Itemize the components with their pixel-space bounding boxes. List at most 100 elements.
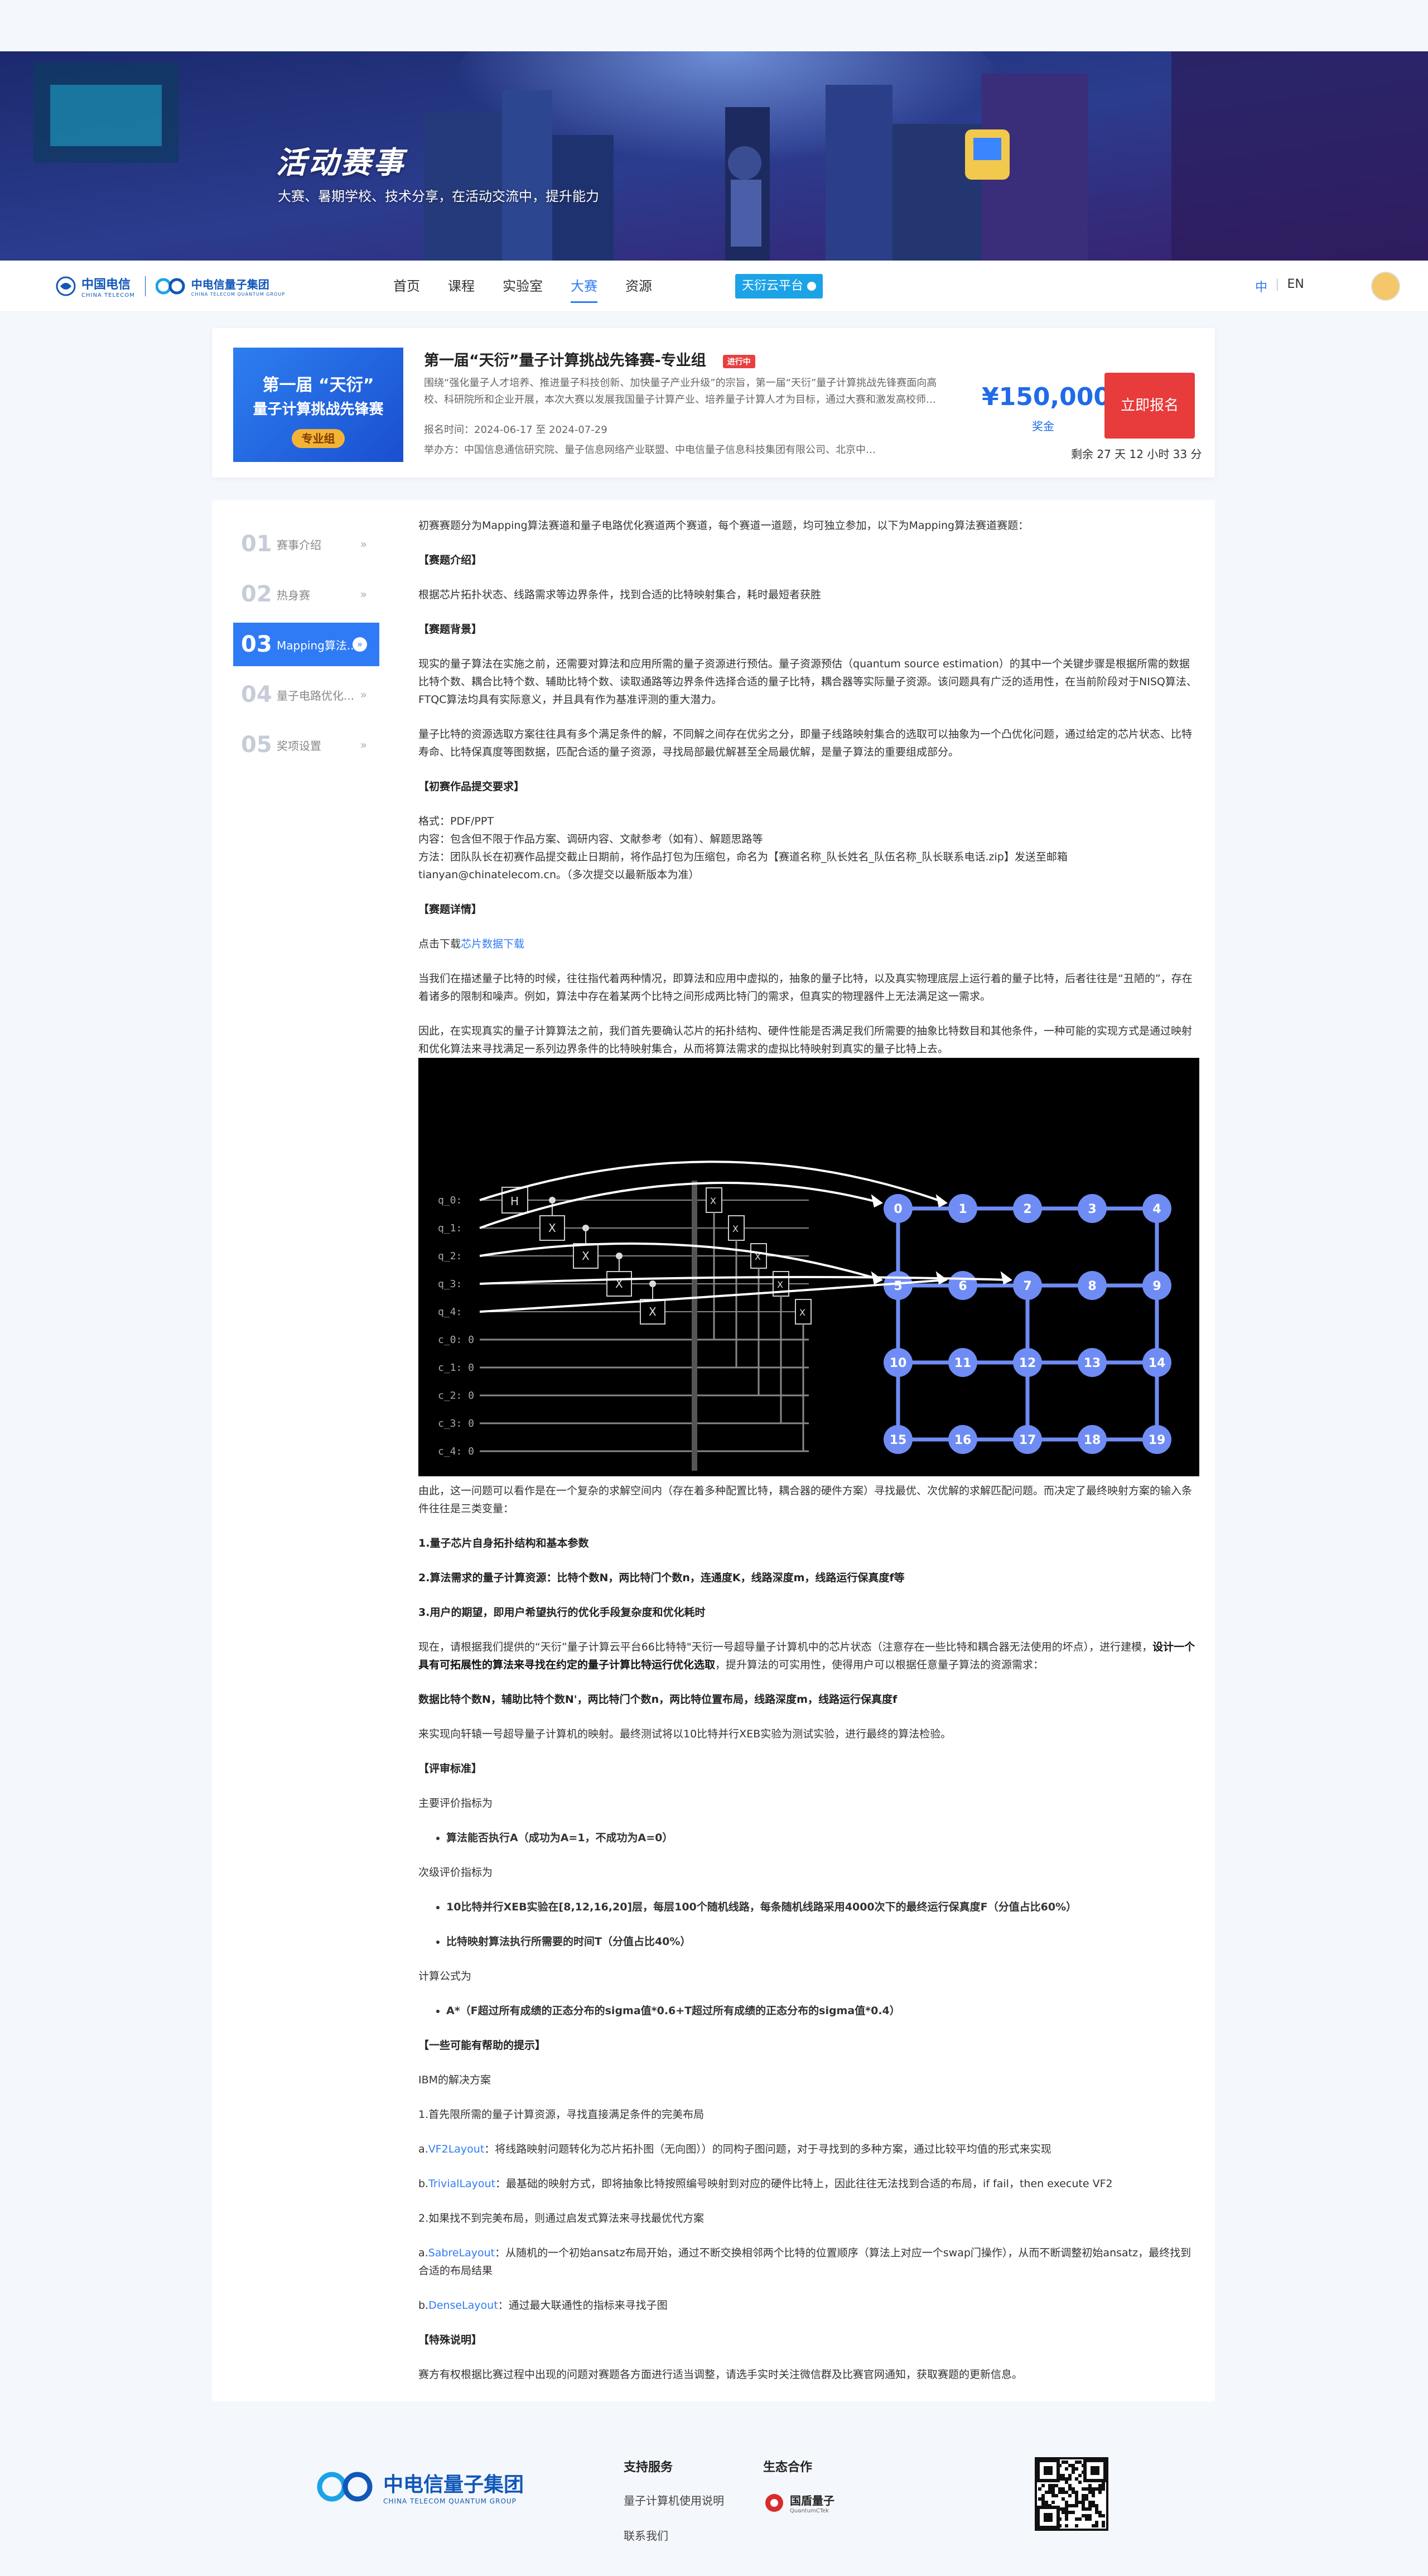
main-panel: 01 赛事介绍» 02 热身赛» 03 Mapping算法...» 04 量子电路优化.… [212, 500, 1215, 2401]
qubit-mapping-svg: q_0: q_1: q_2: q_3: q_4: c_0: 0 c_1: 0 c_2: 0 c_… [438, 1161, 1171, 1471]
arrow-head [935, 1271, 948, 1285]
qr-module [1092, 2487, 1095, 2491]
sabrelayout-link[interactable]: SabreLayout [428, 2247, 495, 2259]
gate-label: H [510, 1195, 519, 1208]
nav-item-contest[interactable]: 大赛 [557, 261, 611, 312]
qr-module [1072, 2471, 1075, 2474]
partner-name-sub: QuantumCTek [790, 2508, 829, 2514]
sidebar-item-mapping[interactable]: 03 Mapping算法...» [233, 623, 379, 666]
qubit-node-label: 16 [954, 1433, 972, 1447]
wire-label: q_3: [438, 1278, 462, 1290]
wire-label: c_3: 0 [438, 1418, 474, 1429]
cloud-platform-button[interactable]: 天衍云平台 [735, 274, 823, 298]
vf2layout-link[interactable]: VF2Layout [428, 2143, 485, 2155]
external-link-icon [807, 282, 817, 291]
user-avatar[interactable] [1371, 272, 1400, 301]
signup-button[interactable]: 立即报名 [1104, 373, 1195, 439]
paragraph: 1.首先限所需的量子计算资源，寻找直接满足条件的完美布局 [418, 2108, 705, 2121]
qr-module [1051, 2494, 1055, 2497]
sidebar-item-awards[interactable]: 05 奖项设置 » [233, 723, 379, 767]
qr-module [1048, 2491, 1051, 2494]
qr-module [1102, 2514, 1105, 2517]
qr-module [1065, 2467, 1068, 2471]
hint-item: a.VF2Layout：将线路映射问题转化为芯片拓扑图（无向图））的同构子图问题… [418, 2140, 1199, 2158]
sidebar-item-circuit-opt[interactable]: 04 量子电路优化... » [233, 673, 379, 716]
contest-description: 围绕“强化量子人才培养、推进量子科技创新、加快量子产业升级”的宗旨，第一届“天衍… [424, 377, 937, 406]
hint-item: b.TrivialLayout：最基础的映射方式，即将抽象比特按照编号映射到对应… [418, 2175, 1199, 2193]
qr-module [1065, 2514, 1068, 2517]
qubit-node-label: 18 [1084, 1433, 1101, 1447]
qr-module [1065, 2501, 1068, 2504]
partner-logo[interactable]: 国盾量子 QuantumCTek [763, 2492, 834, 2514]
p4-c: ，提升算法的可实用性，使得用户可以根据任意量子算法的资源需求： [715, 1659, 1044, 1671]
logo-group-text: 中电信量子集团 [191, 278, 269, 291]
denselayout-link[interactable]: DenseLayout [428, 2299, 498, 2312]
hint-text: ：通过最大联通性的指标来寻找子图 [498, 2299, 668, 2312]
qr-module [1102, 2487, 1105, 2491]
variable-1: 1.量子芯片自身拓扑结构和基本参数 [418, 1537, 589, 1549]
paragraph: 主要评价指标为 [418, 1797, 493, 1809]
nav-item-home[interactable]: 首页 [379, 261, 434, 312]
sidebar-item-warmup[interactable]: 02 热身赛 » [233, 572, 379, 616]
requirements-list: 数据比特个数N，辅助比特个数N'，两比特门个数n，两比特位置布局，线路深度m，线… [418, 1693, 898, 1706]
section-heading: 【赛题详情】 [418, 903, 483, 916]
thumb-line2: 量子计算挑战先锋赛 [253, 401, 384, 418]
footer-logo-subtext: CHINA TELECOM QUANTUM GROUP [383, 2497, 517, 2505]
qr-module [1065, 2461, 1068, 2464]
qr-module [1095, 2504, 1098, 2507]
sidebar-item-intro[interactable]: 01 赛事介绍 » [233, 522, 379, 566]
section-heading: 【初赛作品提交要求】 [418, 781, 525, 793]
qr-module [1098, 2487, 1102, 2491]
qr-module [1085, 2517, 1088, 2521]
paragraph: 当我们在描述量子比特的时候，往往指代着两种情况，即算法和应用中虚拟的，抽象的量子… [418, 972, 1193, 1003]
lang-zh[interactable]: 中 [1255, 277, 1267, 295]
qr-module [1068, 2474, 1072, 2477]
qubit-node-label: 15 [890, 1433, 907, 1447]
gate-label: X [777, 1279, 783, 1290]
qr-module [1082, 2514, 1085, 2517]
qr-module [1095, 2524, 1098, 2527]
logo-main-text: 中国电信 [81, 277, 131, 292]
paragraph: 根据芯片拓扑状态、线路需求等边界条件，找到合适的比特映射集合，耗时最短者获胜 [418, 589, 822, 601]
hero-subtitle: 大赛、暑期学校、技术分享，在活动交流中，提升能力 [278, 189, 599, 204]
contest-signup-date: 报名时间：2024-06-17 至 2024-07-29 [424, 424, 607, 436]
nav-item-lab[interactable]: 实验室 [489, 261, 557, 312]
qr-module [1062, 2507, 1065, 2511]
chip-data-download-link[interactable]: 芯片数据下载 [461, 938, 524, 950]
qr-module [1075, 2461, 1078, 2464]
submit-content: 内容：包含但不限于作品方案、调研内容、文献参考（如有）、解题思路等 [418, 833, 763, 845]
status-badge: 进行中 [722, 354, 755, 368]
nav-item-resources[interactable]: 资源 [611, 261, 666, 312]
qr-module [1082, 2487, 1085, 2491]
paragraph: 现实的量子算法在实施之前，还需要对算法和应用所需的量子资源进行预估。量子资源预估… [418, 658, 1197, 706]
qr-module [1068, 2484, 1072, 2487]
footer-link-manual[interactable]: 量子计算机使用说明 [624, 2492, 724, 2508]
arrow-head [871, 1194, 883, 1208]
paragraph: 量子比特的资源选取方案往往具有多个满足条件的解，不同解之间存在优劣之分，即量子线… [418, 728, 1193, 758]
logo-group-subtext: CHINA TELECOM QUANTUM GROUP [191, 292, 286, 297]
list-item: 比特映射算法执行所需要的时间T（分值占比40%） [446, 1933, 1199, 1951]
qubit-node-label: 7 [1023, 1279, 1031, 1293]
lang-en[interactable]: EN [1287, 277, 1304, 295]
qr-code-pattern [1036, 2459, 1107, 2529]
sidebar-item-label: Mapping算法... [277, 638, 358, 652]
hint-item: b.DenseLayout：通过最大联通性的指标来寻找子图 [418, 2296, 1199, 2314]
quantumctek-icon [765, 2494, 783, 2512]
gate-label: X [732, 1224, 739, 1234]
footer-ecosystem: 生态合作 国盾量子 QuantumCTek [763, 2457, 834, 2514]
qr-module [1092, 2501, 1095, 2504]
section-heading: 【评审标准】 [418, 1763, 483, 1775]
qubit-node-label: 11 [954, 1356, 972, 1370]
secondary-metrics: 10比特并行XEB实验在[8,12,16,20]层，每层100个随机线路，每条随… [418, 1898, 1199, 1951]
quantum-group-icon [155, 278, 185, 295]
gate-label: X [582, 1249, 590, 1263]
nav-item-courses[interactable]: 课程 [434, 261, 489, 312]
qr-module [1065, 2517, 1068, 2521]
triviallayout-link[interactable]: TrivialLayout [428, 2178, 495, 2190]
qr-module [1102, 2521, 1105, 2524]
qr-module [1095, 2511, 1098, 2514]
wire-label: q_2: [438, 1250, 462, 1262]
footer-link-contact[interactable]: 联系我们 [624, 2527, 724, 2543]
brand-logo[interactable]: 中国电信 CHINA TELECOM 中电信量子集团 CHINA TELECOM… [56, 274, 285, 298]
qr-module [1092, 2504, 1095, 2507]
